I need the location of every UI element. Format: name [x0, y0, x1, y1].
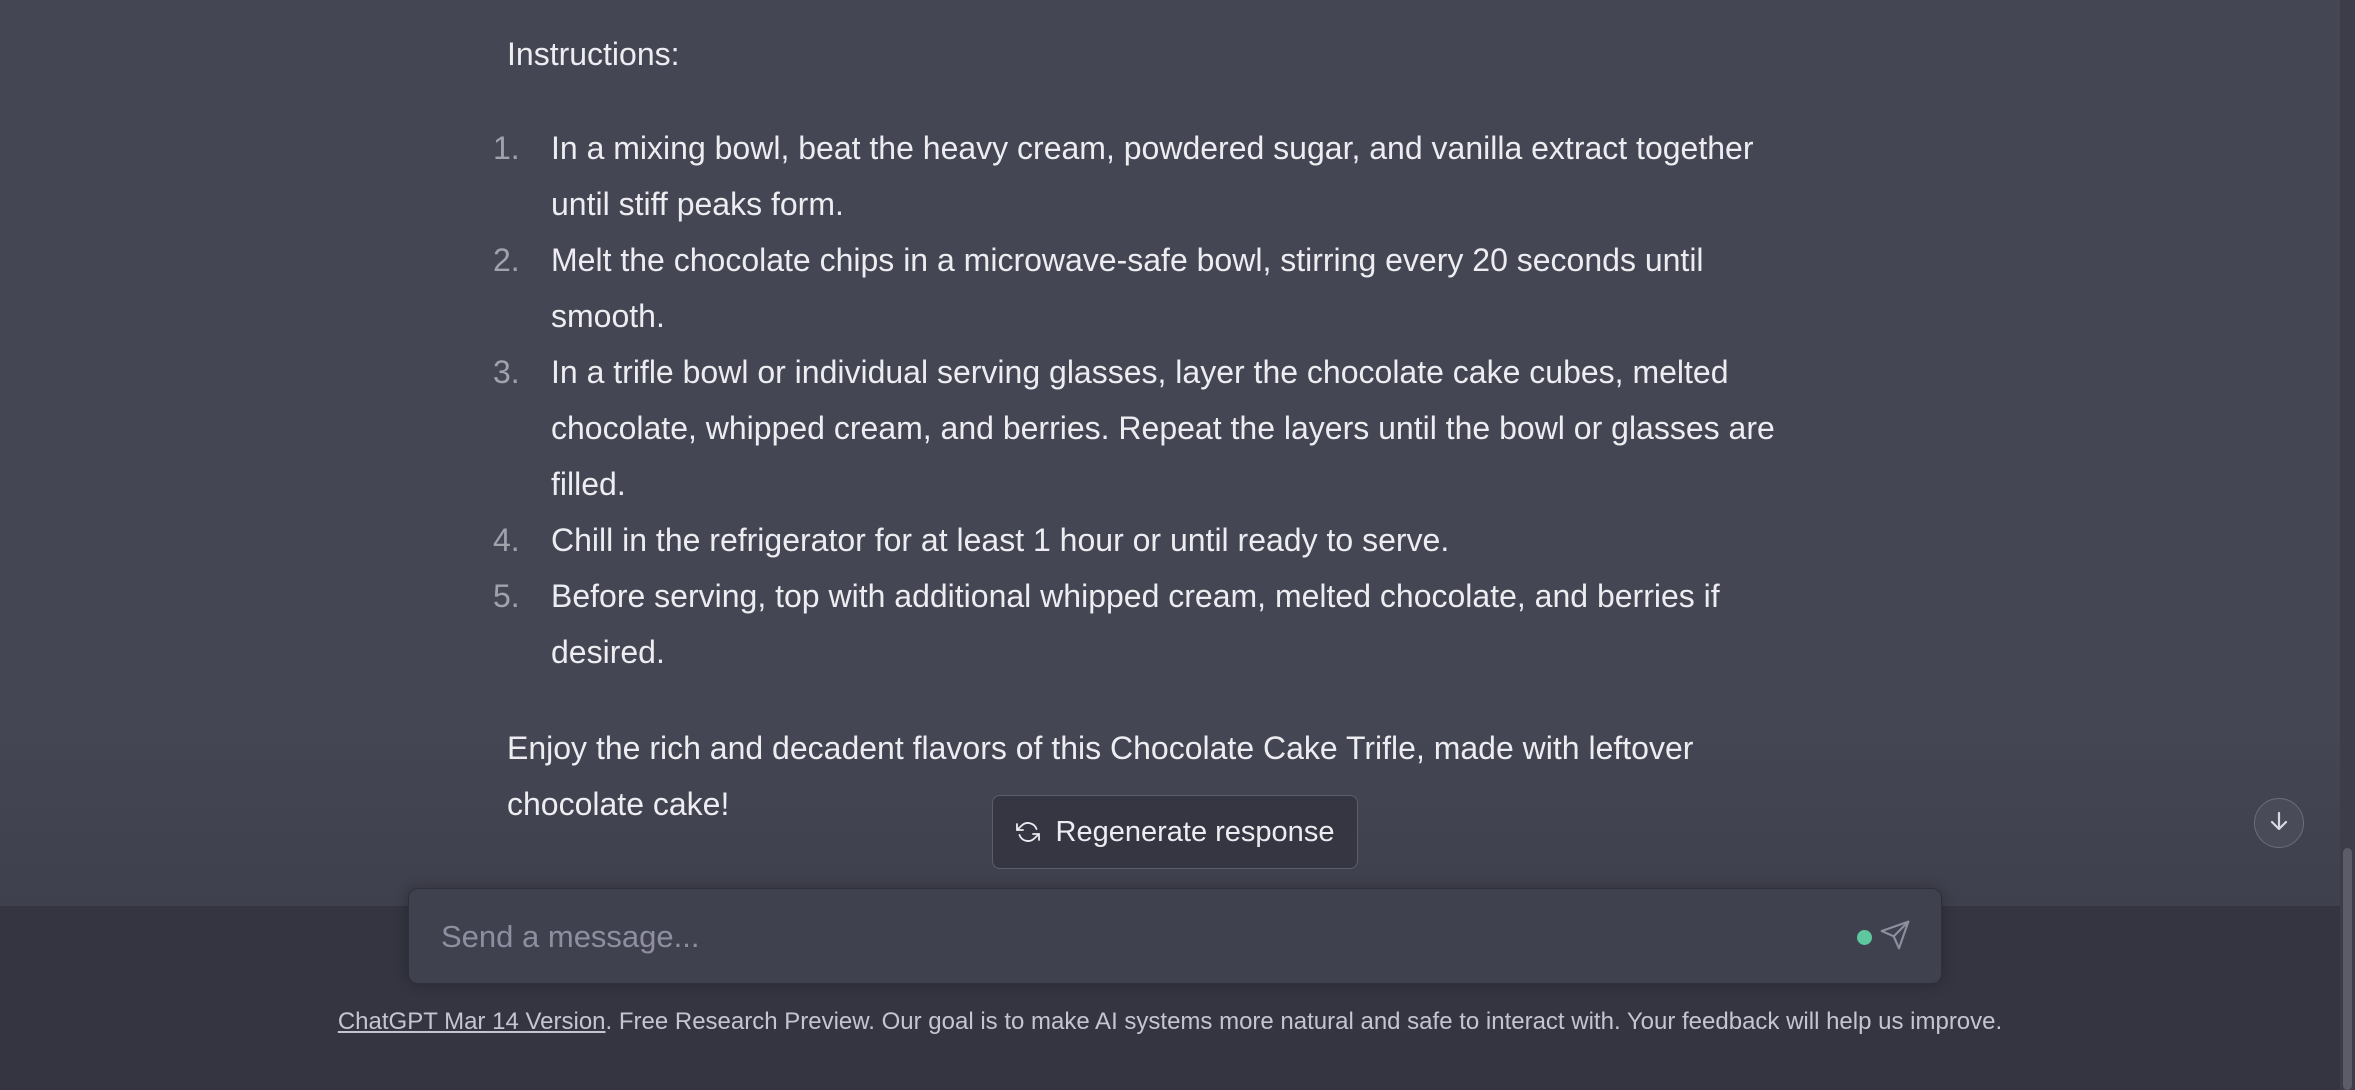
instructions-list: 1. In a mixing bowl, beat the heavy crea…: [493, 120, 1807, 680]
list-item: 3. In a trifle bowl or individual servin…: [493, 344, 1807, 512]
step-text-line: In a mixing bowl, beat the heavy cream, …: [551, 130, 1754, 166]
step-text-line: filled.: [551, 466, 626, 502]
version-link[interactable]: ChatGPT Mar 14 Version: [338, 1008, 606, 1035]
list-item: 1. In a mixing bowl, beat the heavy crea…: [493, 120, 1807, 232]
list-item: 2. Melt the chocolate chips in a microwa…: [493, 232, 1807, 344]
closing-line: Enjoy the rich and decadent flavors of t…: [507, 730, 1694, 766]
status-indicator: [1857, 930, 1872, 945]
step-text-line: smooth.: [551, 298, 665, 334]
chat-window: Instructions: 1. In a mixing bowl, beat …: [0, 0, 2355, 1090]
refresh-icon: [1015, 820, 1040, 844]
step-number: 5.: [493, 578, 520, 614]
footer-disclaimer: ChatGPT Mar 14 Version. Free Research Pr…: [0, 1008, 2340, 1036]
step-number: 2.: [493, 242, 520, 278]
step-text-line: Melt the chocolate chips in a microwave-…: [551, 242, 1704, 278]
regenerate-label: Regenerate response: [1055, 815, 1335, 848]
scroll-to-bottom-button[interactable]: [2254, 798, 2304, 848]
instructions-heading: Instructions:: [507, 36, 680, 72]
step-text-line: Before serving, top with additional whip…: [551, 578, 1720, 614]
list-item: 4. Chill in the refrigerator for at leas…: [493, 512, 1807, 568]
step-text-line: until stiff peaks form.: [551, 186, 844, 222]
send-icon: [1879, 919, 1911, 956]
send-button[interactable]: [1877, 919, 1913, 955]
message-input[interactable]: [441, 913, 1821, 961]
step-text-line: chocolate, whipped cream, and berries. R…: [551, 410, 1775, 446]
closing-line: chocolate cake!: [507, 786, 730, 822]
step-number: 3.: [493, 354, 520, 390]
scrollbar-thumb[interactable]: [2343, 848, 2352, 1090]
step-text-line: In a trifle bowl or individual serving g…: [551, 354, 1729, 390]
conversation-area: Instructions: 1. In a mixing bowl, beat …: [0, 0, 2340, 906]
footer-text: . Free Research Preview. Our goal is to …: [605, 1008, 2003, 1035]
message-composer: [408, 888, 1942, 984]
list-item: 5. Before serving, top with additional w…: [493, 568, 1807, 680]
step-text-line: Chill in the refrigerator for at least 1…: [551, 522, 1450, 558]
regenerate-response-button[interactable]: Regenerate response: [992, 795, 1358, 869]
step-number: 1.: [493, 130, 520, 166]
step-number: 4.: [493, 522, 520, 558]
arrow-down-icon: [2267, 809, 2291, 838]
assistant-message: Instructions: 1. In a mixing bowl, beat …: [493, 28, 1807, 832]
step-text-line: desired.: [551, 634, 665, 670]
